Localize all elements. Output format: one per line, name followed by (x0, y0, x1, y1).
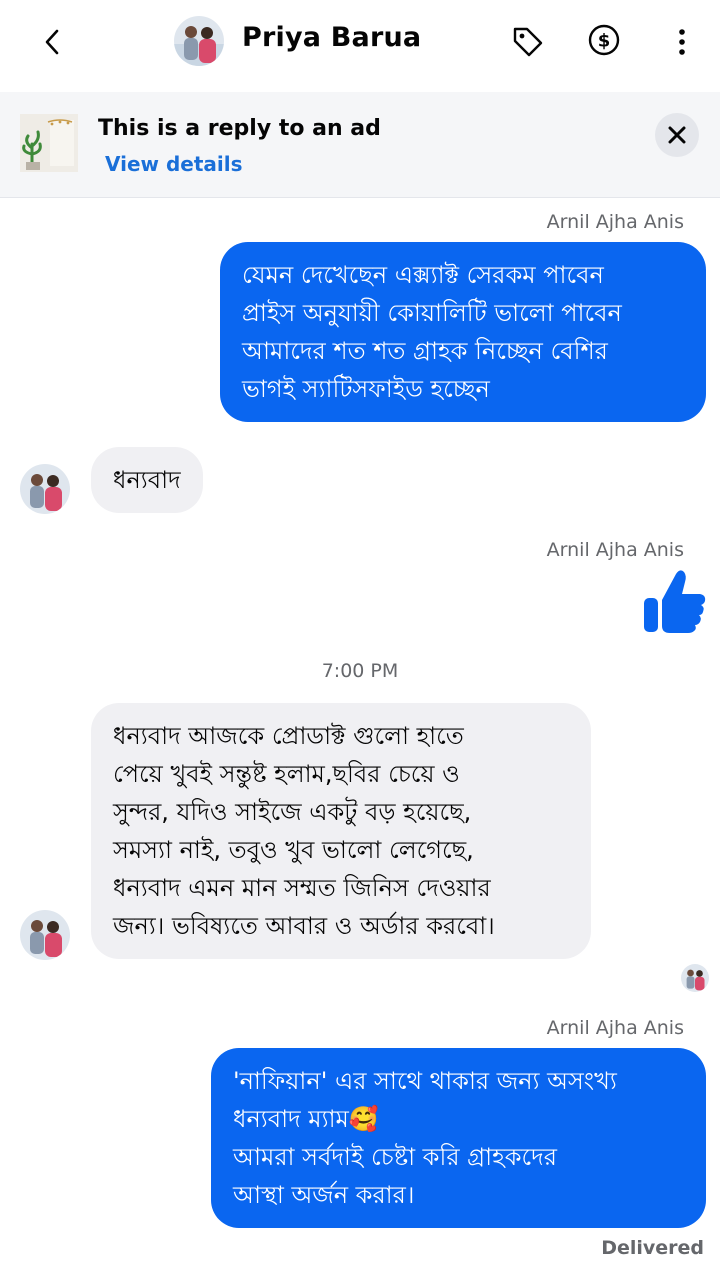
contact-avatar[interactable] (20, 910, 70, 960)
tag-icon (513, 27, 543, 57)
message-line: আমাদের শত শত গ্রাহক নিচ্ছেন বেশির (242, 337, 608, 365)
message-line: আস্থা অর্জন করার। (233, 1181, 415, 1209)
chat-header: Priya Barua $ (0, 0, 720, 92)
payment-button[interactable]: $ (582, 18, 626, 62)
seen-indicator-avatar (681, 964, 709, 992)
svg-text:$: $ (598, 31, 611, 52)
outgoing-message-bubble[interactable]: যেমন দেখেছেন এক্স্যাক্ট সেরকম পাবেন প্রা… (220, 242, 706, 422)
tag-button[interactable] (506, 20, 550, 64)
close-banner-button[interactable] (655, 113, 699, 157)
sender-name: Arnil Ajha Anis (546, 539, 684, 561)
contact-avatar[interactable] (20, 464, 70, 514)
contact-name[interactable]: Priya Barua (242, 22, 421, 53)
message-line: আমরা সর্বদাই চেষ্টা করি গ্রাহকদের (233, 1143, 557, 1171)
back-chevron-icon (45, 29, 59, 55)
message-line: 'নাফিয়ান' এর সাথে থাকার জন্য অসংখ্য (233, 1067, 617, 1095)
more-options-button[interactable] (660, 20, 704, 64)
message-line: ভাগই স্যাটিসফাইড হচ্ছেন (242, 375, 490, 403)
outgoing-message-bubble[interactable]: 'নাফিয়ান' এর সাথে থাকার জন্য অসংখ্য ধন্… (211, 1048, 706, 1228)
message-line: ধন্যবাদ আজকে প্রোডাক্ট গুলো হাতে (113, 722, 464, 750)
dollar-icon: $ (588, 24, 620, 56)
back-button[interactable] (30, 20, 74, 64)
delivery-status: Delivered (601, 1237, 704, 1259)
incoming-message-bubble[interactable]: ধন্যবাদ (91, 447, 203, 513)
contact-avatar[interactable] (174, 16, 224, 66)
close-icon (668, 126, 686, 144)
ad-thumbnail[interactable] (20, 114, 78, 172)
sender-name: Arnil Ajha Anis (546, 1017, 684, 1039)
message-line: ধন্যবাদ (113, 466, 181, 494)
ad-banner-title: This is a reply to an ad (98, 116, 381, 141)
thumbs-up-sticker[interactable] (640, 568, 708, 636)
message-line: যেমন দেখেছেন এক্স্যাক্ট সেরকম পাবেন (242, 261, 604, 289)
message-line: ধন্যবাদ এমন মান সম্মত জিনিস দেওয়ার (113, 874, 491, 902)
more-vertical-icon (679, 29, 685, 55)
message-line: পেয়ে খুবই সন্তুষ্ট হলাম,ছবির চেয়ে ও (113, 760, 460, 788)
view-details-link[interactable]: View details (105, 152, 243, 176)
message-line: সমস্যা নাই, তবুও খুব ভালো লেগেছে, (113, 836, 474, 864)
message-timestamp: 7:00 PM (321, 660, 399, 682)
incoming-message-bubble[interactable]: ধন্যবাদ আজকে প্রোডাক্ট গুলো হাতে পেয়ে খ… (91, 703, 591, 959)
message-line: জন্য। ভবিষ্যতে আবার ও অর্ডার করবো। (113, 912, 495, 940)
message-line: ধন্যবাদ ম্যাম🥰 (233, 1105, 379, 1133)
message-line: সুন্দর, যদিও সাইজে একটু বড় হয়েছে, (113, 798, 472, 826)
sender-name: Arnil Ajha Anis (546, 211, 684, 233)
message-line: প্রাইস অনুযায়ী কোয়ালিটি ভালো পাবেন (242, 299, 622, 327)
ad-reply-banner: This is a reply to an ad View details (0, 92, 720, 198)
thumbs-up-icon (644, 570, 706, 633)
